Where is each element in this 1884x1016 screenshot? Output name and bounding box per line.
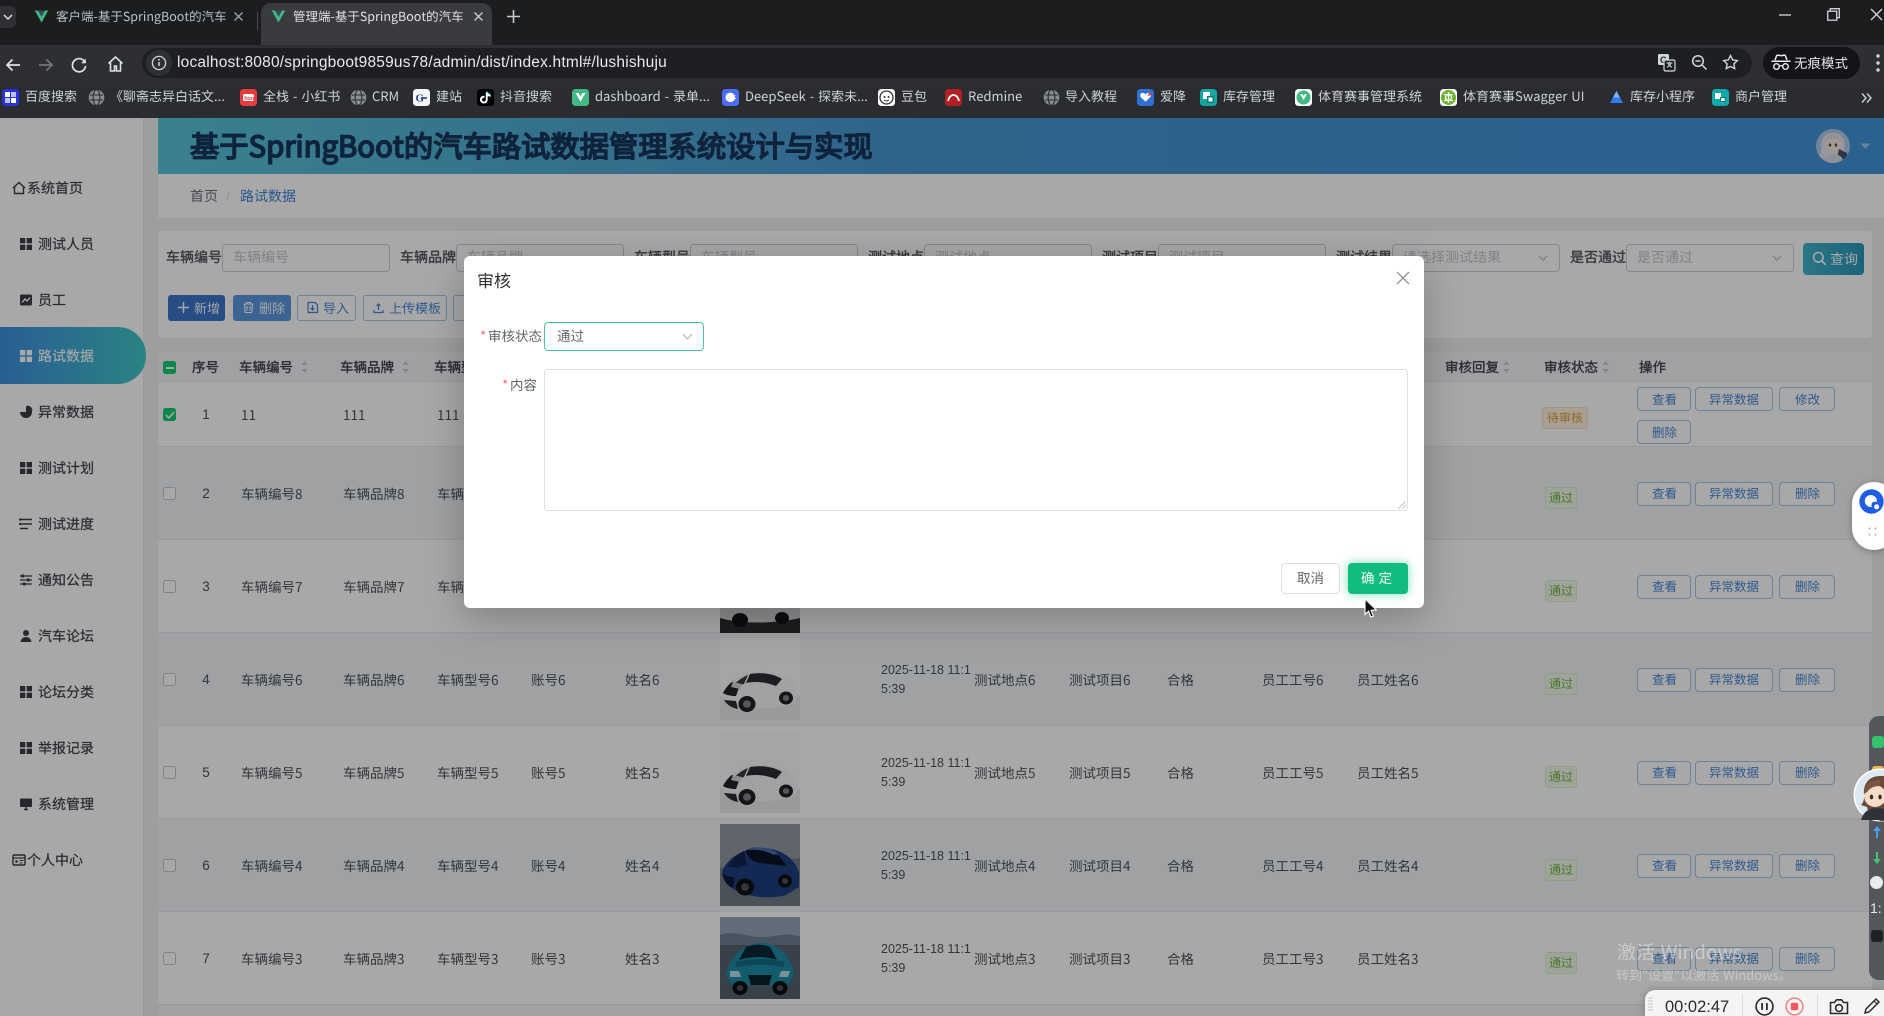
svg-text:hon: hon [244, 96, 255, 102]
